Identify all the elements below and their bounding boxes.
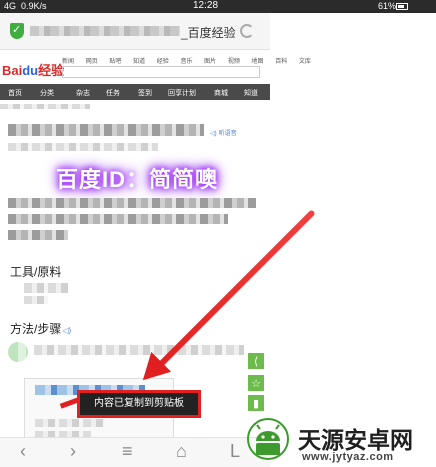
copied-toast: 内容已复制到剪贴板 [80, 393, 198, 415]
search-input[interactable] [62, 66, 260, 78]
forward-icon[interactable]: › [70, 441, 76, 462]
top-nav-item[interactable]: 经验 [157, 59, 169, 65]
category-item[interactable]: 任务 [106, 88, 120, 98]
battery-percent: 61% [377, 1, 396, 11]
step-text-blurred [34, 345, 244, 355]
category-item[interactable]: 知道 [244, 88, 258, 98]
category-item[interactable]: 商城 [214, 88, 228, 98]
category-item[interactable]: 签到 [138, 88, 152, 98]
top-nav-item[interactable]: 文库 [299, 59, 311, 65]
menu-icon[interactable]: ≡ [122, 441, 133, 462]
share-icon[interactable]: ⟨ [247, 352, 265, 370]
network-indicator: 4G 0.9K/s [4, 1, 47, 11]
url-blurred-text [30, 26, 180, 36]
author-watermark: 百度ID：简简噢 [56, 167, 219, 192]
favorite-icon[interactable]: ☆ [247, 374, 265, 392]
back-icon[interactable]: ‹ [20, 441, 26, 462]
top-nav-item[interactable]: 知道 [133, 59, 145, 65]
battery-icon [396, 3, 408, 10]
brand-name: 天源安卓网 [298, 428, 413, 454]
breadcrumb [0, 104, 90, 109]
tools-item-blurred [24, 283, 68, 293]
speaker-icon: ◁) [62, 326, 72, 335]
steps-heading: 方法/步骤◁) [10, 322, 72, 336]
reload-icon[interactable] [240, 24, 254, 38]
category-item[interactable]: 回享计划 [168, 88, 196, 98]
intro-line-blurred [8, 198, 256, 208]
site-brand: 天源安卓网 www.jytyaz.com [246, 412, 436, 467]
baidu-jingyan-logo[interactable]: Baidu经验 [2, 60, 64, 79]
article-title-blurred [8, 124, 204, 136]
intro-line-blurred [8, 230, 68, 240]
intro-line-blurred [8, 214, 228, 224]
category-item[interactable]: 首页 [8, 88, 22, 98]
step-number-badge [8, 342, 28, 362]
tabs-icon[interactable]: L [230, 441, 240, 462]
bottom-nav: ‹ › ≡ ⌂ L [0, 437, 270, 467]
security-shield-icon [10, 23, 24, 39]
top-nav-item[interactable]: 地图 [252, 59, 264, 65]
bookmark-icon[interactable]: ▮ [247, 394, 265, 412]
listen-audio-link[interactable]: 听语音 [210, 128, 237, 137]
top-nav-item[interactable]: 图片 [204, 59, 216, 65]
tools-item-blurred [24, 296, 48, 304]
article-meta-blurred [8, 143, 158, 151]
address-bar[interactable]: _百度经验 [0, 13, 270, 50]
top-nav-item[interactable]: 贴吧 [109, 59, 121, 65]
top-nav-item[interactable]: 网页 [86, 59, 98, 65]
clock: 12:28 [193, 0, 219, 11]
top-nav-item[interactable]: 百科 [275, 59, 287, 65]
home-icon[interactable]: ⌂ [176, 441, 187, 462]
top-nav-item[interactable]: 音乐 [180, 59, 192, 65]
page-title-suffix: _百度经验 [181, 26, 236, 40]
status-bar: 4G 0.9K/s 12:28 61% [0, 0, 436, 13]
category-item[interactable]: 分类 [40, 88, 54, 98]
category-bar: 首页 分类 杂志 任务 签到 回享计划 商城 知道 [0, 84, 270, 100]
brand-url: www.jytyaz.com [302, 451, 394, 463]
top-nav-item[interactable]: 新闻 [62, 59, 74, 65]
android-robot-icon [247, 418, 289, 460]
top-nav: 新闻 网页 贴吧 知道 经验 音乐 图片 视频 地图 百科 文库 [62, 56, 321, 65]
top-nav-item[interactable]: 视频 [228, 59, 240, 65]
category-item[interactable]: 杂志 [76, 88, 90, 98]
tools-heading: 工具/原料 [10, 265, 62, 279]
